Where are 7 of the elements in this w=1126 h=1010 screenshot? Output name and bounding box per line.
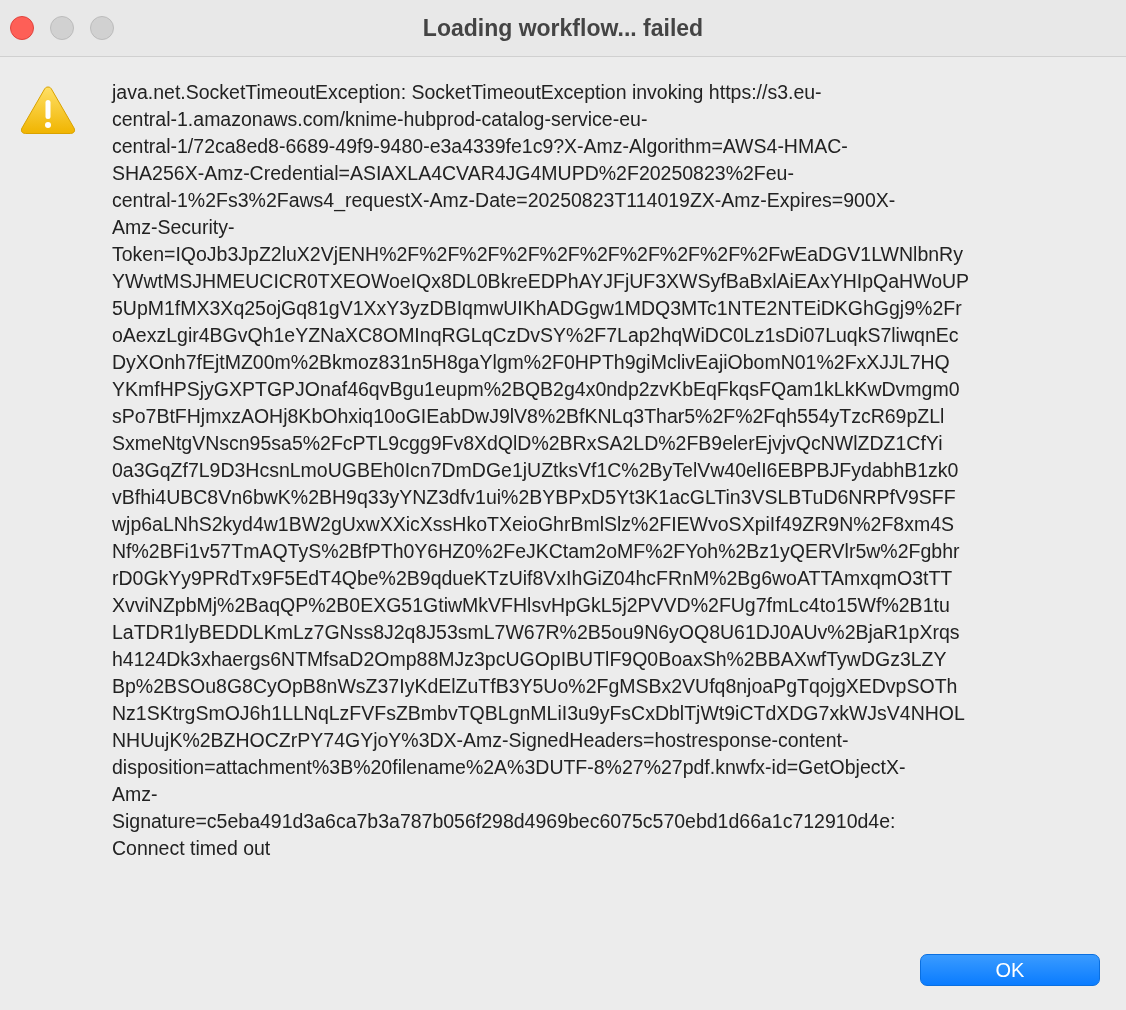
error-message: java.net.SocketTimeoutException: SocketTimeoutException invoking https://s3.eu- central-1.amazonaws.com/knime-hubprod-catalog-service-eu- central-1/72ca8ed8-6689-49f9-9480-e3a4339fe1c9?X-Amz-Algorithm=AWS4-HMAC- SHA256X-Amz-Credential=ASIAXLA4CVAR4JG4MUPD%2F20250823%2Feu- central-1%2Fs3%2Faws4_requestX-Amz-Date=20250823T114019ZX-Amz-Expires=900X- Amz-Security- Token=IQoJb3JpZ2luX2VjENH%2F%2F%2F%2F%2F%2F%2F%2F%2F%2FwEaDGV1LWNlbnRy YWwtMSJHMEUCICR0TXEOWoeIQx8DL0BkreEDPhAYJFjUF3XWSyfBaBxlAiEAxYHIpQaHWoUP 5UpM1fMX3Xq25ojGq81gV1XxY3yzDBIqmwUIKhADGgw1MDQ3MTc1NTE2NTEiDKGhGgj9%2Fr oAexzLgir4BGvQh1eYZNaXC8OMInqRGLqCzDvSY%2F7Lap2hqWiDC0Lz1sDi07LuqkS7liwqnEc DyXOnh7fEjtMZ00m%2Bkmoz831n5H8gaYlgm%2F0HPTh9giMclivEajiObomN01%2FxXJJL7HQ YKmfHPSjyGXPTGPJOnaf46qvBgu1eupm%2BQB2g4x0ndp2zvKbEqFkqsFQam1kLkKwDvmgm0 sPo7BtFHjmxzAOHj8KbOhxiq10oGIEabDwJ9lV8%2BfKNLq3Thar5%2F%2Fqh554yTzcR69pZLl SxmeNtgVNscn95sa5%2FcPTL9cgg9Fv8XdQlD%2BRxSA2LD%2FB9elerEjvjvQcNWlZDZ1CfYi 0a3GqZf7L9D3HcsnLmoUGBEh0Icn7DmDGe1jUZtksVf1C%2ByTelVw40elI6EBPBJFydabhB1zk0 vBfhi4UBC8Vn6bwK%2BH9q33yYNZ3dfv1ui%2BYBPxD5Yt3K1acGLTin3VSLBTuD6NRPfV9SFF wjp6aLNhS2kyd4w1BW2gUxwXXicXssHkoTXeioGhrBmlSlz%2FIEWvoSXpiIf49ZR9N%2F8xm4S Nf%2BFi1v57TmAQTyS%2BfPTh0Y6HZ0%2FeJKCtam2oMF%2FYoh%2Bz1yQERVlr5w%2Fgbhr rD0GkYy9PRdTx9F5EdT4Qbe%2B9qdueKTzUif8VxIhGiZ04hcFRnM%2Bg6woATTAmxqmO3tTT XvviNZpbMj%2BaqQP%2B0EXG51GtiwMkVFHlsvHpGkL5j2PVVD%2FUg7fmLc4to15Wf%2B1tu LaTDR1lyBEDDLKmLz7GNss8J2q8J53smL7W67R%2B5ou9N6yOQ8U61DJ0AUv%2BjaR1pXrqs h4124Dk3xhaergs6NTMfsaD2Omp88MJz3pcUGOpIBUTlF9Q0BoaxSh%2BBAXwfTywDGz3LZY Bp%2BSOu8G8CyOpB8nWsZ37IyKdElZuTfB3Y5Uo%2FgMSBx2VUfq8njoaPgTqojgXEDvpSOTh Nz1SKtrgSmOJ6h1LLNqLzFVFsZBmbvTQBLgnMLiI3u9yFsCxDblTjWt9iCTdXDG7xkWJsV4NHOL NHUujK%2BZHOCZrPY74GYjoY%3DX-Amz-SignedHeaders=hostresponse-content- disposition=attachment%3B%20filename%2A%3DUTF-8%27%27pdf.knwfx-id=GetObjectX- Amz- Signature=c5eba491d3a6ca7b3a787b056f298d4969bec6075c570ebd1d66a1c712910d4e: Connect timed out [112,80,970,861]
ok-button[interactable]: OK [920,954,1100,986]
close-button[interactable] [10,16,34,40]
warning-icon [20,85,76,135]
zoom-button[interactable] [90,16,114,40]
minimize-button[interactable] [50,16,74,40]
window-title: Loading workflow... failed [422,14,704,42]
